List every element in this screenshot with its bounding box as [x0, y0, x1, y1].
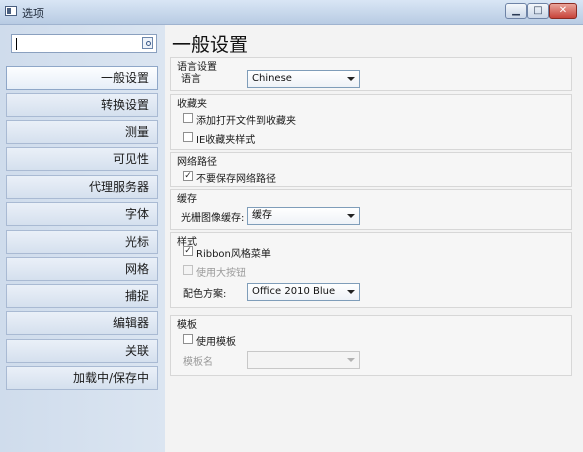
settings-panel: 一般设置 语言设置 语言 Chinese 收藏夹 添加打开文件到收藏夹 IE收藏…	[165, 25, 583, 452]
template-name-label: 模板名	[183, 357, 213, 368]
search-input[interactable]	[11, 34, 157, 53]
category-sidebar: 一般设置 转换设置 测量 可见性 代理服务器 字体 光标 网格 捕捉 编辑器 关…	[0, 25, 165, 452]
maximize-button[interactable]: □	[527, 3, 549, 19]
raster-cache-label: 光栅图像缓存:	[181, 213, 245, 224]
color-scheme-select[interactable]: Office 2010 Blue	[247, 283, 360, 301]
ie-favorites-style-label: IE收藏夹样式	[196, 135, 256, 146]
chevron-down-icon	[347, 77, 355, 81]
minimize-icon: ▁	[512, 5, 520, 16]
title-bar[interactable]: 选项 ▁ □ ✕	[0, 0, 583, 25]
sidebar-item-fonts[interactable]: 字体	[6, 202, 158, 226]
sidebar-item-load-save[interactable]: 加载中/保存中	[6, 366, 158, 390]
large-buttons-label: 使用大按钮	[196, 268, 246, 279]
maximize-icon: □	[533, 5, 543, 16]
page-title: 一般设置	[172, 34, 249, 56]
app-window-icon	[5, 6, 17, 16]
template-name-select[interactable]	[247, 351, 360, 369]
color-scheme-value: Office 2010 Blue	[252, 286, 336, 297]
minimize-button[interactable]: ▁	[505, 3, 527, 19]
options-window: 选项 ▁ □ ✕ 一般设置 转换设置 测量 可见性 代理服务器 字体 光标 网格…	[0, 0, 583, 452]
do-not-save-network-path-checkbox[interactable]: ✓	[183, 171, 193, 181]
sidebar-item-measure[interactable]: 测量	[6, 120, 158, 144]
text-cursor	[16, 38, 17, 50]
chevron-down-icon	[347, 358, 355, 362]
template-group-title: 模板	[177, 320, 197, 331]
language-group	[170, 57, 572, 91]
large-buttons-checkbox[interactable]	[183, 265, 193, 275]
sidebar-item-snap[interactable]: 捕捉	[6, 284, 158, 308]
use-template-label: 使用模板	[196, 337, 236, 348]
language-select-value: Chinese	[252, 73, 292, 84]
ribbon-menu-label: Ribbon风格菜单	[196, 249, 271, 260]
cache-group-title: 缓存	[177, 194, 197, 205]
checkmark-icon: ✓	[184, 171, 192, 181]
add-open-files-label: 添加打开文件到收藏夹	[196, 116, 296, 127]
sidebar-item-visibility[interactable]: 可见性	[6, 147, 158, 171]
sidebar-item-association[interactable]: 关联	[6, 339, 158, 363]
sidebar-item-editor[interactable]: 编辑器	[6, 311, 158, 335]
sidebar-item-proxy[interactable]: 代理服务器	[6, 175, 158, 199]
close-button[interactable]: ✕	[549, 3, 577, 19]
network-path-group-title: 网络路径	[177, 157, 217, 168]
favorites-group-title: 收藏夹	[177, 99, 207, 110]
checkmark-icon: ✓	[184, 246, 192, 256]
do-not-save-network-path-label: 不要保存网络路径	[196, 174, 276, 185]
chevron-down-icon	[347, 214, 355, 218]
ribbon-menu-checkbox[interactable]: ✓	[183, 246, 193, 256]
color-scheme-label: 配色方案:	[183, 289, 227, 300]
language-select[interactable]: Chinese	[247, 70, 360, 88]
sidebar-item-cursor[interactable]: 光标	[6, 230, 158, 254]
language-label: 语言	[181, 74, 201, 85]
ie-favorites-style-checkbox[interactable]	[183, 132, 193, 142]
sidebar-item-general[interactable]: 一般设置	[6, 66, 158, 90]
raster-cache-value: 缓存	[252, 210, 272, 221]
sidebar-item-conversion[interactable]: 转换设置	[6, 93, 158, 117]
raster-cache-select[interactable]: 缓存	[247, 207, 360, 225]
chevron-down-icon	[347, 290, 355, 294]
search-icon[interactable]	[142, 37, 153, 49]
sidebar-item-grid[interactable]: 网格	[6, 257, 158, 281]
add-open-files-checkbox[interactable]	[183, 113, 193, 123]
use-template-checkbox[interactable]	[183, 334, 193, 344]
close-icon: ✕	[558, 5, 568, 16]
window-title: 选项	[22, 7, 44, 20]
